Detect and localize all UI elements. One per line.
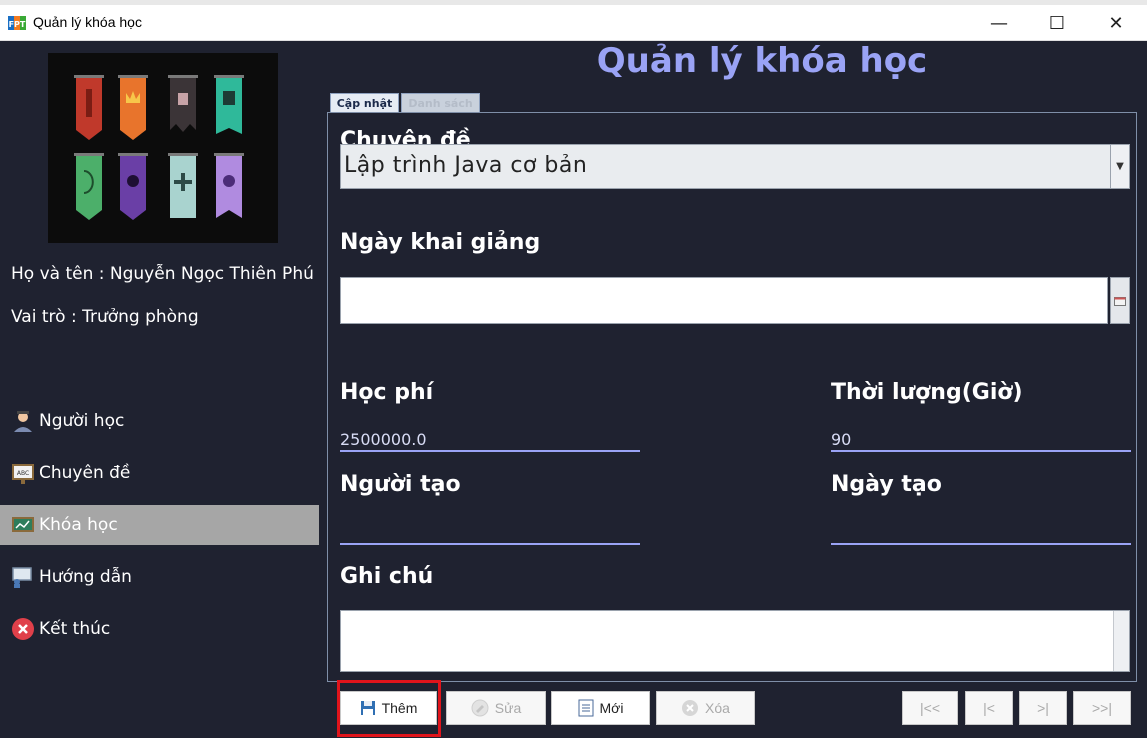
ngay-khai-giang-input[interactable] [340, 277, 1108, 324]
sidebar-item-khoa-hoc[interactable]: Khóa học [0, 505, 319, 545]
prev-record-button[interactable]: |< [965, 691, 1013, 725]
edit-icon [471, 699, 489, 717]
sidebar-item-label: Kết thúc [39, 619, 111, 639]
tab-cap-nhat[interactable]: Cập nhật [330, 93, 399, 112]
fpt-logo-icon: FPT [8, 16, 26, 30]
sidebar-item-huong-dan[interactable]: Hướng dẫn [0, 557, 319, 597]
thoi-luong-input[interactable]: 90 [831, 428, 1131, 452]
tab-danh-sach[interactable]: Danh sách [401, 93, 480, 112]
chart-board-icon [11, 513, 35, 537]
presentation-icon [11, 565, 35, 589]
nguoi-tao-input[interactable] [340, 521, 640, 545]
nguoi-tao-label: Người tạo [340, 472, 461, 497]
sua-label: Sửa [494, 700, 522, 716]
svg-text:FPT: FPT [9, 20, 26, 29]
sidebar-item-ket-thuc[interactable]: Kết thúc [0, 609, 319, 649]
ngay-tao-label: Ngày tạo [831, 472, 942, 497]
next-record-button[interactable]: >| [1019, 691, 1067, 725]
xoa-label: Xóa [705, 700, 730, 716]
close-button[interactable]: ✕ [1087, 5, 1145, 41]
ghi-chu-label: Ghi chú [340, 564, 434, 589]
board-icon: ABC [11, 461, 35, 485]
moi-label: Mới [599, 700, 624, 716]
sidebar-item-label: Hướng dẫn [39, 567, 132, 587]
calendar-icon [1114, 296, 1126, 306]
ngay-tao-input[interactable] [831, 521, 1131, 545]
chevron-down-icon[interactable]: ▼ [1110, 145, 1129, 188]
sidebar-item-label: Khóa học [39, 515, 118, 535]
minimize-button[interactable]: — [970, 5, 1028, 41]
moi-button[interactable]: Mới [551, 691, 650, 725]
app-window: FPT Quản lý khóa học — ☐ ✕ Họ và tên: N… [0, 0, 1147, 738]
sidebar-item-nguoi-hoc[interactable]: Người học [0, 401, 319, 441]
banners-logo-image [48, 53, 278, 243]
title-bar: FPT Quản lý khóa học — ☐ ✕ [0, 5, 1147, 41]
sua-button[interactable]: Sửa [446, 691, 546, 725]
first-record-button[interactable]: |<< [902, 691, 958, 725]
calendar-button[interactable] [1110, 277, 1130, 324]
svg-text:ABC: ABC [17, 470, 29, 477]
window-title: Quản lý khóa học [33, 14, 142, 30]
sidebar-item-label: Người học [39, 411, 125, 431]
sidebar: Họ và tên : Nguyễn Ngọc Thiên Phú Vai tr… [0, 41, 327, 738]
textarea-scrollbar[interactable] [1113, 611, 1129, 671]
ghi-chu-textarea[interactable] [340, 610, 1130, 672]
page-title: Quản lý khóa học [596, 41, 928, 81]
student-icon [11, 409, 35, 433]
maximize-button[interactable]: ☐ [1028, 5, 1086, 41]
sidebar-item-chuyen-de[interactable]: ABC Chuyên đề [0, 453, 319, 493]
user-role-text: Vai trò : Trưởng phòng [11, 307, 199, 327]
main-content: Quản lý khóa học Cập nhật Danh sách Chuy… [327, 41, 1147, 738]
new-document-icon [578, 699, 594, 717]
chuyen-de-selected-value: Lập trình Java cơ bản [344, 153, 588, 178]
hoc-phi-input[interactable]: 2500000.0 [340, 428, 640, 452]
chuyen-de-select[interactable]: Lập trình Java cơ bản ▼ [340, 144, 1130, 189]
last-record-button[interactable]: >>| [1073, 691, 1131, 725]
thoi-luong-label: Thời lượng(Giờ) [831, 380, 1023, 405]
close-circle-icon [11, 617, 35, 641]
sidebar-item-label: Chuyên đề [39, 463, 131, 483]
ngay-khai-giang-label: Ngày khai giảng [340, 230, 541, 255]
highlight-box [337, 680, 441, 737]
hoc-phi-label: Học phí [340, 380, 434, 405]
xoa-button[interactable]: Xóa [656, 691, 755, 725]
user-name-text: Họ và tên : Nguyễn Ngọc Thiên Phú [11, 264, 314, 284]
delete-icon [681, 699, 699, 717]
